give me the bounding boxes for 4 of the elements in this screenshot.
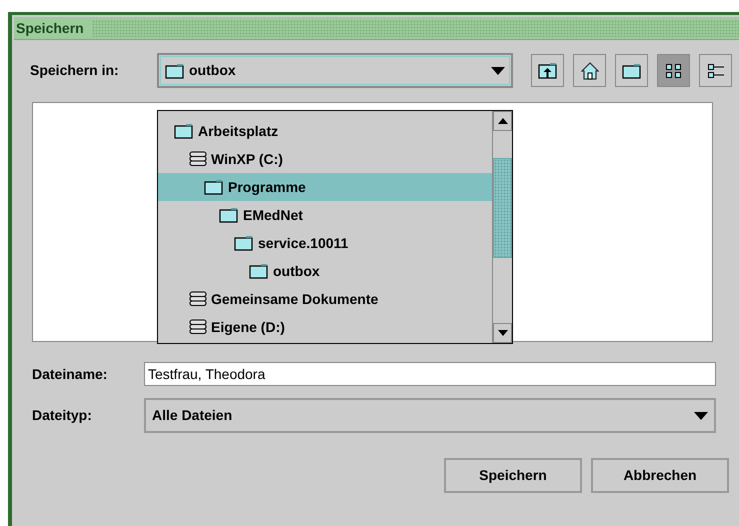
file-type-label: Dateityp: <box>32 406 93 425</box>
save-in-label: Speichern in: <box>30 61 120 80</box>
file-name-label: Dateiname: <box>32 364 108 384</box>
window-title: Speichern <box>16 18 84 38</box>
